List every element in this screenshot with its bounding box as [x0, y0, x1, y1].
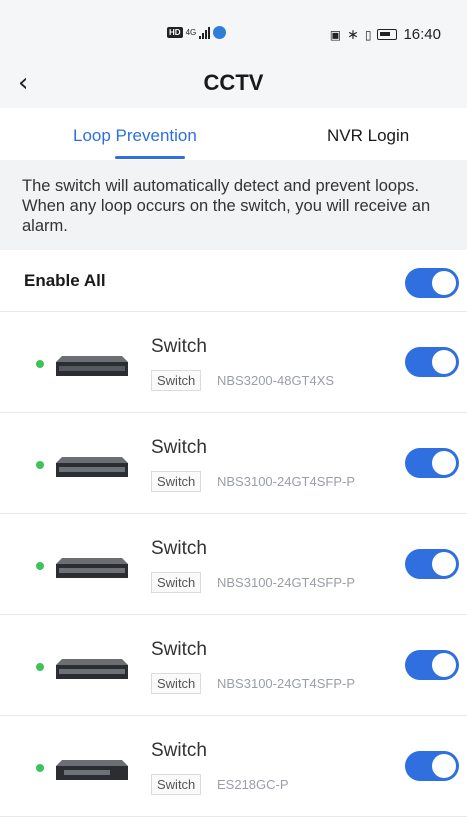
- device-loop-toggle[interactable]: [405, 448, 459, 478]
- loop-notice: The switch will automatically detect and…: [0, 160, 467, 250]
- device-row: Switch Switch NBS3100-24GT4SFP-P: [0, 615, 467, 716]
- toggle-knob: [432, 451, 456, 475]
- switch-device-icon: [56, 356, 128, 376]
- device-row: Switch Switch NBS3100-24GT4SFP-P: [0, 514, 467, 615]
- tab-loop-prevention[interactable]: Loop Prevention: [73, 126, 197, 146]
- device-name: Switch: [151, 639, 207, 660]
- device-type-badge: Switch: [151, 673, 202, 694]
- device-list: Enable All Switch Switch NBS3200-48GT4XS…: [0, 250, 467, 821]
- switch-device-icon: [56, 558, 128, 578]
- online-status-dot: [36, 663, 44, 671]
- status-left: HD 4G: [167, 26, 227, 39]
- device-loop-toggle[interactable]: [405, 347, 459, 377]
- toggle-knob: [432, 653, 456, 677]
- nfc-icon: ▣: [329, 27, 342, 42]
- signal-icon: [199, 26, 211, 39]
- device-name: Switch: [151, 740, 207, 761]
- toggle-knob: [432, 552, 456, 576]
- device-name: Switch: [151, 336, 207, 357]
- online-status-dot: [36, 461, 44, 469]
- online-status-dot: [36, 764, 44, 772]
- hd-icon: HD: [167, 27, 183, 38]
- device-model: NBS3100-24GT4SFP-P: [217, 474, 356, 489]
- bluetooth-icon: ∗: [347, 26, 359, 42]
- active-tab-indicator: [115, 156, 185, 159]
- online-status-dot: [36, 360, 44, 368]
- status-bar: HD 4G ▣ ∗ ▯ 16:40: [0, 0, 467, 62]
- vibrate-icon: ▯: [364, 27, 372, 42]
- online-status-dot: [36, 562, 44, 570]
- tab-bar: Loop Prevention NVR Login: [0, 108, 467, 160]
- device-row: Switch Switch NBS3100-24GT4SFP-P: [0, 413, 467, 514]
- toggle-knob: [432, 271, 456, 295]
- status-right: ▣ ∗ ▯ 16:40: [330, 26, 441, 43]
- device-model: ES218GC-P: [217, 777, 289, 792]
- device-row: Switch Switch NBS3200-48GT4XS: [0, 312, 467, 413]
- network-label: 4G: [185, 28, 197, 37]
- toggle-knob: [432, 754, 456, 778]
- device-model: NBS3100-24GT4SFP-P: [217, 676, 356, 691]
- switch-device-icon: [56, 760, 128, 780]
- device-name: Switch: [151, 538, 207, 559]
- vpn-icon: [213, 26, 227, 39]
- toggle-knob: [432, 350, 456, 374]
- device-row: Switch Switch ES218GC-P: [0, 716, 467, 817]
- device-model: NBS3100-24GT4SFP-P: [217, 575, 356, 590]
- enable-all-label: Enable All: [24, 271, 106, 290]
- enable-all-toggle[interactable]: [405, 268, 459, 298]
- device-type-badge: Switch: [151, 572, 202, 593]
- switch-device-icon: [56, 457, 128, 477]
- device-type-badge: Switch: [151, 471, 202, 492]
- device-loop-toggle[interactable]: [405, 549, 459, 579]
- device-model: NBS3200-48GT4XS: [217, 373, 335, 388]
- switch-device-icon: [56, 659, 128, 679]
- enable-all-row: Enable All: [0, 250, 467, 312]
- device-loop-toggle[interactable]: [405, 751, 459, 781]
- nav-bar: ‹ CCTV: [0, 62, 467, 108]
- device-name: Switch: [151, 437, 207, 458]
- page-title: CCTV: [203, 70, 264, 95]
- device-loop-toggle[interactable]: [405, 650, 459, 680]
- tab-nvr-login[interactable]: NVR Login: [327, 126, 409, 146]
- battery-icon: [377, 29, 398, 40]
- device-type-badge: Switch: [151, 370, 202, 391]
- clock: 16:40: [403, 26, 441, 43]
- device-type-badge: Switch: [151, 774, 202, 795]
